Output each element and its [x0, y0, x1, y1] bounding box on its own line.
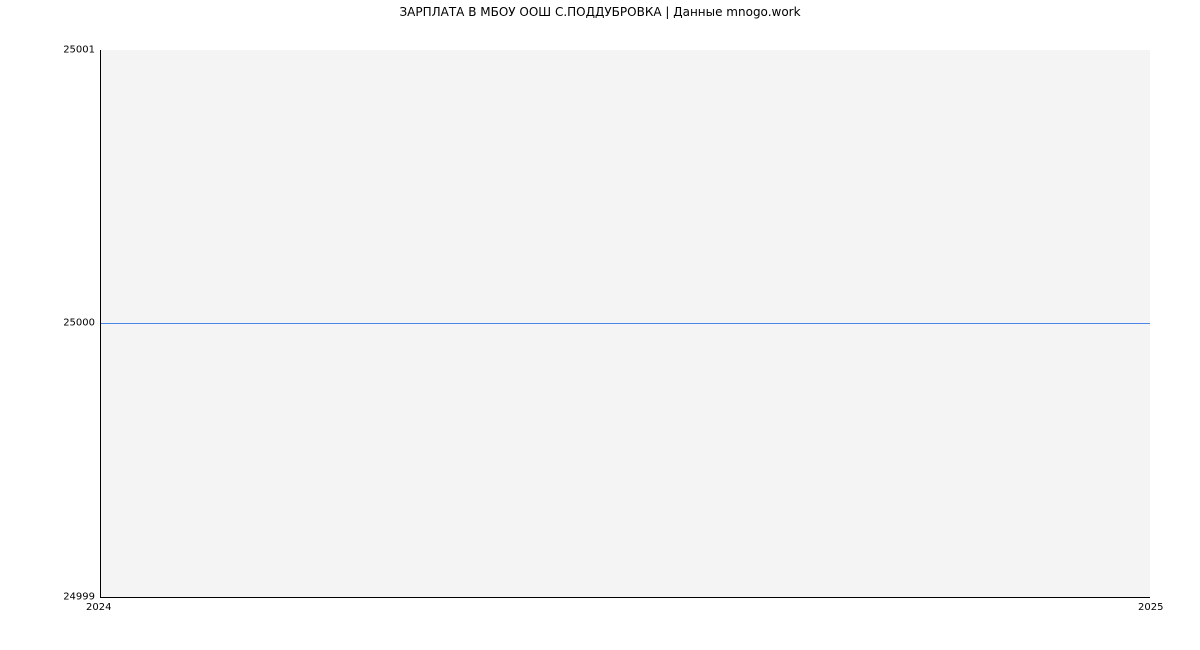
x-tick-label: 2025: [1138, 602, 1163, 613]
y-tick-label: 25001: [63, 45, 95, 56]
x-axis-line: [100, 597, 1150, 598]
y-tick-label: 25000: [63, 318, 95, 329]
chart-data-line: [100, 323, 1150, 324]
x-tick-label: 2024: [86, 602, 111, 613]
chart-title: ЗАРПЛАТА В МБОУ ООШ С.ПОДДУБРОВКА | Данн…: [399, 5, 800, 19]
y-axis-line: [100, 50, 101, 597]
chart-plot-area: [100, 50, 1150, 597]
y-tick-label: 24999: [63, 592, 95, 603]
